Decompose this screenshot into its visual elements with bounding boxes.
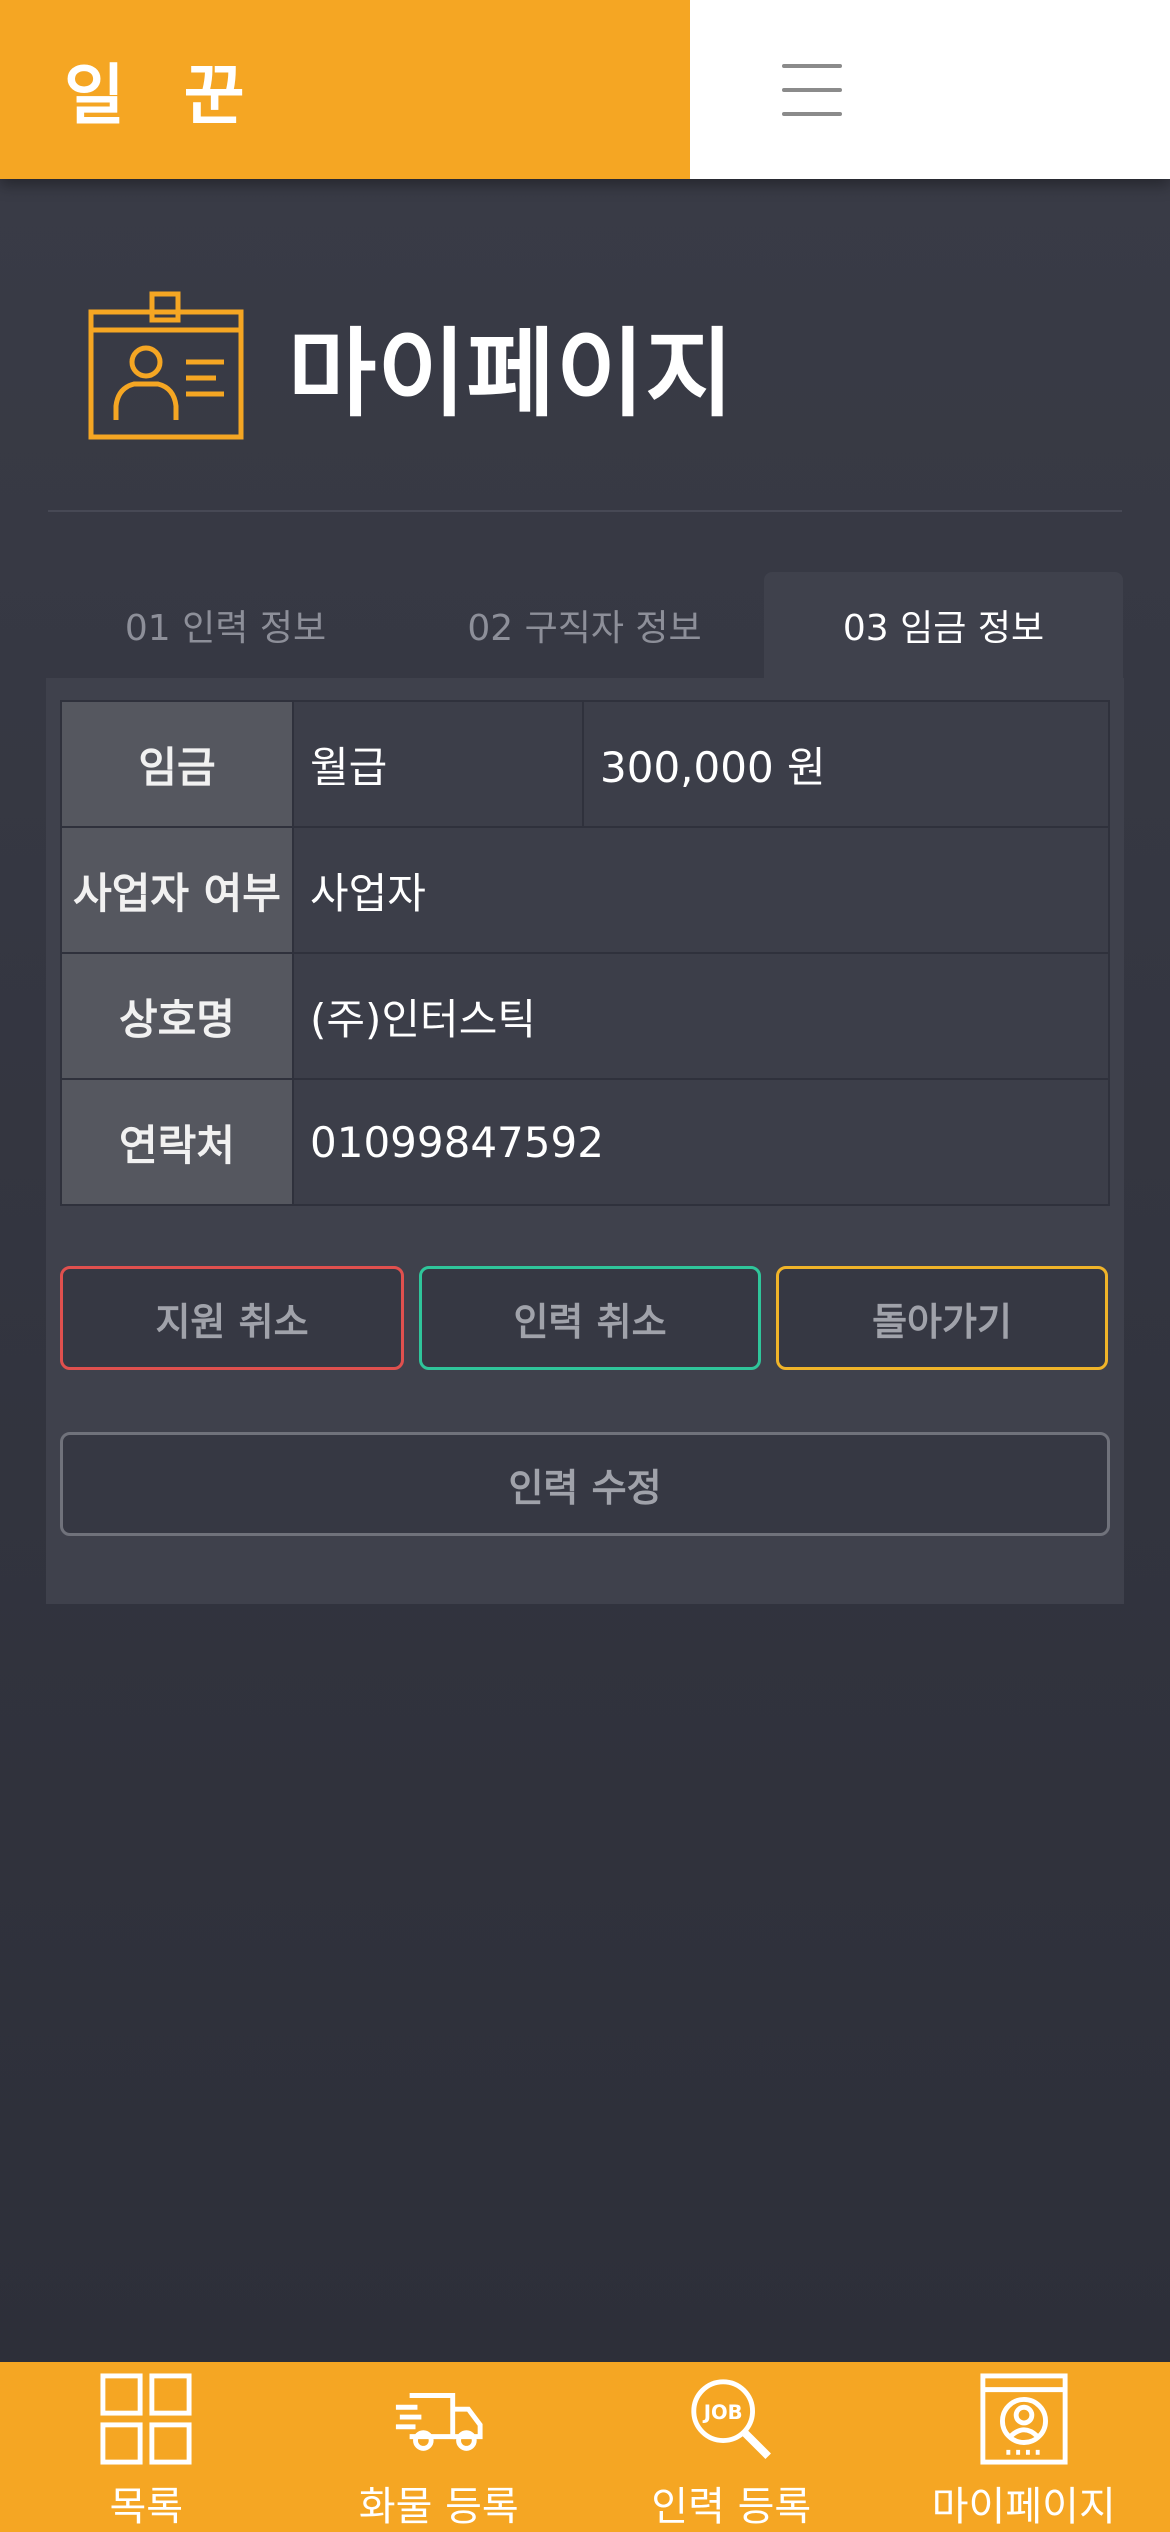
business-label: 사업자 여부 [60, 826, 294, 954]
menu-area [690, 0, 1170, 179]
tab-bar: 01 인력 정보 02 구직자 정보 03 임금 정보 [46, 572, 1124, 678]
app-header: 일 꾼 [0, 0, 1170, 179]
cancel-labor-button[interactable]: 인력 취소 [419, 1266, 761, 1370]
logo-area[interactable]: 일 꾼 [0, 0, 690, 179]
info-table: 임금 월급 300,000 원 사업자 여부 사업자 상호명 (주)인터스틱 연… [60, 700, 1110, 1206]
nav-label-cargo: 화물 등록 [358, 2484, 519, 2530]
tab-wage-info[interactable]: 03 임금 정보 [764, 572, 1123, 678]
nav-label-mypage: 마이페이지 [931, 2484, 1116, 2530]
bottom-nav: 목록 화물 등록 JOB 인력 등록 마이페이지 [0, 2362, 1170, 2532]
page-title-row: 마이페이지 [88, 290, 735, 440]
grid-icon [100, 2373, 192, 2465]
wage-type-value: 월급 [292, 700, 584, 828]
tab-panel: 임금 월급 300,000 원 사업자 여부 사업자 상호명 (주)인터스틱 연… [46, 678, 1124, 1604]
hamburger-menu-icon[interactable] [782, 63, 842, 116]
table-row: 상호명 (주)인터스틱 [60, 952, 1110, 1080]
truck-icon [395, 2393, 483, 2451]
company-value: (주)인터스틱 [292, 952, 1110, 1080]
nav-item-mypage[interactable]: 마이페이지 [878, 2362, 1170, 2532]
page-title: 마이페이지 [288, 317, 735, 430]
title-divider [48, 510, 1122, 512]
page: 일 꾼 마이페이지 01 인력 정보 02 구직자 정보 03 임금 정보 임금… [0, 0, 1170, 2532]
wage-info-card: 01 인력 정보 02 구직자 정보 03 임금 정보 임금 월급 300,00… [46, 572, 1124, 1604]
table-row: 사업자 여부 사업자 [60, 826, 1110, 954]
business-value: 사업자 [292, 826, 1110, 954]
job-search-icon: JOB [691, 2379, 772, 2459]
nav-item-list[interactable]: 목록 [0, 2362, 293, 2532]
table-row: 임금 월급 300,000 원 [60, 700, 1110, 828]
profile-frame-icon [980, 2373, 1068, 2465]
wage-label: 임금 [60, 700, 294, 828]
action-buttons: 지원 취소 인력 취소 돌아가기 [60, 1266, 1108, 1370]
contact-value: 01099847592 [292, 1078, 1110, 1206]
back-button[interactable]: 돌아가기 [776, 1266, 1108, 1370]
table-row: 연락처 01099847592 [60, 1078, 1110, 1206]
nav-item-labor[interactable]: JOB 인력 등록 [585, 2362, 878, 2532]
edit-labor-button[interactable]: 인력 수정 [60, 1432, 1110, 1536]
cancel-apply-button[interactable]: 지원 취소 [60, 1266, 404, 1370]
company-label: 상호명 [60, 952, 294, 1080]
nav-item-cargo[interactable]: 화물 등록 [293, 2362, 586, 2532]
tab-labor-info[interactable]: 01 인력 정보 [46, 572, 405, 678]
nav-label-list: 목록 [109, 2484, 184, 2530]
app-logo[interactable]: 일 꾼 [64, 42, 262, 138]
nav-label-labor: 인력 등록 [651, 2484, 812, 2530]
contact-label: 연락처 [60, 1078, 294, 1206]
svg-text:JOB: JOB [702, 2401, 743, 2424]
tab-jobseeker-info[interactable]: 02 구직자 정보 [405, 572, 764, 678]
wage-amount-value: 300,000 원 [582, 700, 1110, 828]
id-badge-icon [88, 291, 244, 440]
